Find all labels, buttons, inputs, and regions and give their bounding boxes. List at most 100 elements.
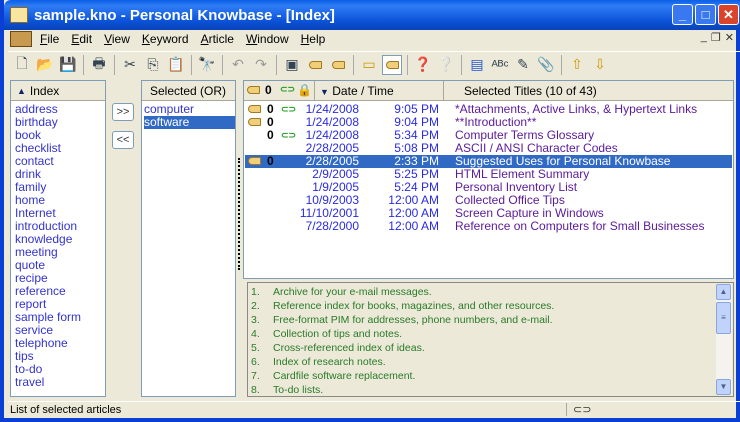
status-bar: List of selected articles ⊂⊃ <box>8 401 740 418</box>
print-icon[interactable]: 🖶 <box>89 55 109 75</box>
tag-toggle-icon[interactable] <box>382 54 402 75</box>
cut-icon[interactable]: ✂ <box>120 55 140 75</box>
article-list-panel: 0 ⊂⊃ 🔒 ▼ Date / Time Selected Titles (10… <box>243 80 734 279</box>
preview-line: 3. Free-format PIM for addresses, phone n… <box>251 313 733 327</box>
menu-view[interactable]: View <box>98 32 136 46</box>
selected-keywords-panel: Selected (OR) computer software <box>141 80 236 397</box>
titles-column-header[interactable]: Selected Titles (10 of 43) <box>464 84 597 98</box>
tag-icon <box>248 157 261 165</box>
list-number: 4. <box>251 328 260 340</box>
save-icon[interactable]: 💾 <box>58 55 78 75</box>
preview-line: 2. Reference index for books, magazines, … <box>251 299 733 313</box>
keyword-item[interactable]: travel <box>15 376 105 389</box>
menu-keyword[interactable]: Keyword <box>136 32 195 46</box>
tags-icon[interactable] <box>305 55 325 75</box>
tag-column-icon[interactable] <box>247 86 260 94</box>
menu-file[interactable]: File <box>34 32 65 46</box>
menu-window[interactable]: Window <box>240 32 295 46</box>
minimize-button[interactable]: _ <box>672 4 693 25</box>
article-row[interactable]: 7/28/2000 12:00 AM Reference on Computers … <box>245 220 732 233</box>
date-time-column-header[interactable]: ▼ Date / Time <box>314 81 444 101</box>
link-column-icon[interactable]: ⊂⊃ <box>280 84 295 95</box>
menu-article[interactable]: Article <box>195 32 240 46</box>
undo-icon[interactable]: ↶ <box>228 55 248 75</box>
article-date: 7/28/2000 <box>305 219 359 233</box>
new-article-icon[interactable]: ▭ <box>359 55 379 75</box>
menu-bar: File Edit View Keyword Article Window He… <box>8 30 740 48</box>
link-icon: ⊂⊃ <box>281 130 297 140</box>
tag-icon <box>248 105 261 113</box>
splitter[interactable] <box>238 158 241 270</box>
article-preview[interactable]: 1. Archive for your e-mail messages. 2. Ref… <box>247 282 734 397</box>
menu-help[interactable]: Help <box>295 32 332 46</box>
app-window: sample.kno - Personal Knowbase - [Index]… <box>0 0 740 422</box>
tag-icon <box>248 118 261 126</box>
menu-edit[interactable]: Edit <box>65 32 98 46</box>
list-number: 1. <box>251 286 260 298</box>
preview-line: 7. Cardfile software replacement. <box>251 369 733 383</box>
open-icon[interactable]: 📂 <box>35 55 55 75</box>
lock-column-icon[interactable]: 🔒 <box>297 83 312 97</box>
list-text: Free-format PIM for addresses, phone num… <box>273 314 553 326</box>
selected-header: Selected (OR) <box>142 81 235 101</box>
list-text: To-do lists. <box>273 384 324 396</box>
preview-line: 4. Collection of tips and notes. <box>251 327 733 341</box>
mdi-minimize-button[interactable]: _ <box>701 31 707 44</box>
list-number: 5. <box>251 342 260 354</box>
article-time: 12:00 AM <box>388 219 439 233</box>
attachment-icon: 0 <box>267 128 274 142</box>
spellcheck-icon[interactable]: ᴬᴮᶜ <box>490 55 510 75</box>
list-number: 2. <box>251 300 260 312</box>
tag-icon[interactable] <box>328 55 348 75</box>
preview-line: 5. Cross-referenced index of ideas. <box>251 341 733 355</box>
keyword-index-panel: ▲ Index address birthday book checklist conta… <box>10 80 106 397</box>
document-icon[interactable] <box>10 31 32 47</box>
selected-keyword-item[interactable]: software <box>144 116 235 129</box>
scroll-thumb[interactable]: ≡ <box>716 302 731 334</box>
attachment-icon: 0 <box>267 154 274 168</box>
list-text: Cardfile software replacement. <box>273 370 416 382</box>
redo-icon[interactable]: ↷ <box>251 55 271 75</box>
index-header[interactable]: ▲ Index <box>11 81 105 101</box>
preview-line: 8. To-do lists. <box>251 383 733 397</box>
attachment-icon[interactable]: 📎 <box>536 55 556 75</box>
window-layout-icon[interactable]: ▤ <box>467 55 487 75</box>
list-text: Archive for your e-mail messages. <box>273 286 432 298</box>
list-number: 6. <box>251 356 260 368</box>
remove-keyword-button[interactable]: << <box>112 131 134 149</box>
find-icon[interactable]: 🔭 <box>197 55 217 75</box>
scroll-up-button[interactable]: ▲ <box>716 284 731 300</box>
new-icon[interactable]: 🗋 <box>12 55 32 75</box>
highlight-icon[interactable]: ✎ <box>513 55 533 75</box>
mdi-close-button[interactable]: ✕ <box>725 31 734 44</box>
list-number: 8. <box>251 384 260 396</box>
close-button[interactable]: ✕ <box>718 4 739 25</box>
list-text: Collection of tips and notes. <box>273 328 402 340</box>
status-text: List of selected articles <box>10 404 122 416</box>
list-text: Cross-referenced index of ideas. <box>273 342 425 354</box>
add-keyword-button[interactable]: >> <box>112 103 134 121</box>
preview-scrollbar[interactable]: ▲ ≡ ▼ <box>716 284 732 395</box>
list-text: Reference index for books, magazines, an… <box>273 300 555 312</box>
toolbar: 🗋 📂 💾 🖶 ✂ ⎘ 📋 🔭 ↶ ↷ ▣ ▭ ❓ ❔ ▤ ᴬᴮᶜ ✎ 📎 ⇧ … <box>8 51 740 77</box>
link-icon: ⊂⊃ <box>281 104 297 114</box>
link-status-icon: ⊂⊃ <box>566 403 591 416</box>
keyword-box-icon[interactable]: ▣ <box>282 55 302 75</box>
window-title: sample.kno - Personal Knowbase - [Index] <box>34 6 335 24</box>
mdi-restore-button[interactable]: ❐ <box>711 31 721 44</box>
attachment-column-icon[interactable]: 0 <box>265 83 272 97</box>
paste-icon[interactable]: 📋 <box>166 55 186 75</box>
list-text: Index of research notes. <box>273 356 386 368</box>
preview-line: 1. Archive for your e-mail messages. <box>251 285 733 299</box>
copy-icon[interactable]: ⎘ <box>143 55 163 75</box>
help-icon[interactable]: ❓ <box>413 55 433 75</box>
import-icon[interactable]: ⇧ <box>567 55 587 75</box>
scroll-down-button[interactable]: ▼ <box>716 379 731 395</box>
app-icon <box>10 7 28 23</box>
list-number: 7. <box>251 370 260 382</box>
context-help-icon[interactable]: ❔ <box>436 55 456 75</box>
title-bar: sample.kno - Personal Knowbase - [Index]… <box>4 0 740 30</box>
maximize-button[interactable]: □ <box>695 4 716 25</box>
preview-line: 6. Index of research notes. <box>251 355 733 369</box>
export-icon[interactable]: ⇩ <box>590 55 610 75</box>
